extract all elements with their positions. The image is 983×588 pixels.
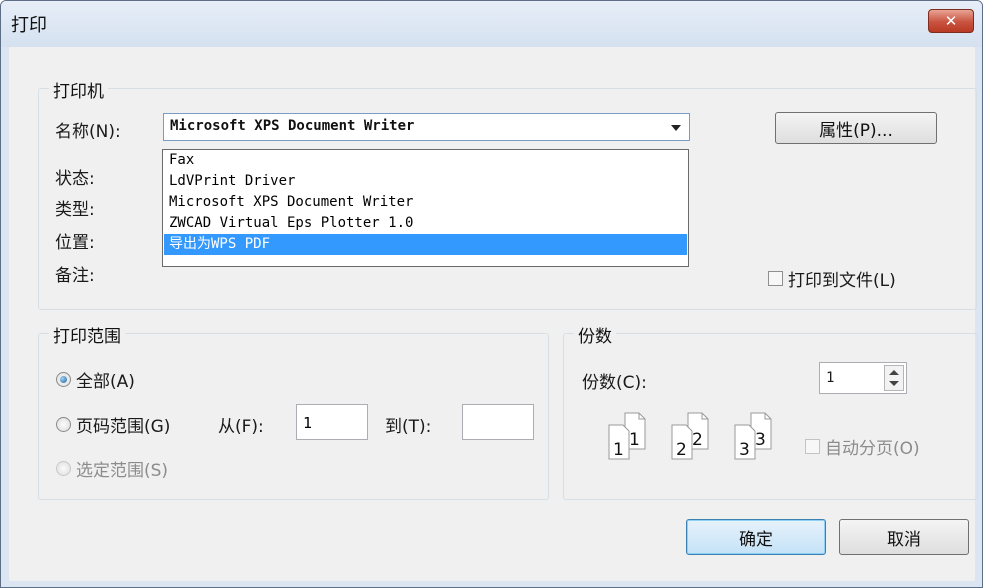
printer-select-value: Microsoft XPS Document Writer bbox=[170, 118, 415, 134]
collate-checkbox[interactable] bbox=[805, 439, 820, 454]
status-label: 状态: bbox=[55, 169, 95, 189]
cancel-button[interactable]: 取消 bbox=[839, 519, 969, 555]
properties-button[interactable]: 属性(P)... bbox=[775, 112, 937, 144]
range-from-label: 从(F): bbox=[218, 417, 264, 437]
copies-spinner[interactable]: 1 bbox=[819, 362, 907, 394]
collate-digit: 1 bbox=[629, 430, 640, 450]
spin-down-icon[interactable] bbox=[889, 381, 899, 386]
collate-label[interactable]: 自动分页(O) bbox=[825, 434, 920, 459]
range-pages-label[interactable]: 页码范围(G) bbox=[76, 412, 170, 437]
spin-up-icon[interactable] bbox=[889, 370, 899, 375]
type-label: 类型: bbox=[55, 200, 95, 220]
comment-label: 备注: bbox=[55, 266, 95, 286]
collate-digit: 1 bbox=[613, 440, 624, 460]
close-button[interactable]: ✕ bbox=[928, 9, 974, 33]
range-selection-radio[interactable] bbox=[56, 461, 71, 476]
printer-name-label: 名称(N): bbox=[55, 122, 121, 142]
range-to-input[interactable] bbox=[462, 404, 534, 440]
copies-count-value: 1 bbox=[826, 370, 835, 386]
collate-pages-icon-1: 1 1 bbox=[608, 412, 646, 460]
dropdown-option-selected[interactable]: 导出为WPS PDF bbox=[164, 234, 687, 255]
dropdown-option[interactable]: LdVPrint Driver bbox=[164, 171, 687, 192]
close-icon: ✕ bbox=[944, 12, 958, 30]
dropdown-option[interactable]: Microsoft XPS Document Writer bbox=[164, 192, 687, 213]
copies-spin-buttons[interactable] bbox=[884, 365, 904, 391]
title-bar: 打印 ✕ bbox=[1, 1, 982, 47]
range-from-input[interactable]: 1 bbox=[296, 404, 368, 440]
collate-digit: 2 bbox=[692, 430, 703, 450]
print-to-file-checkbox[interactable] bbox=[768, 271, 783, 286]
range-pages-radio[interactable] bbox=[56, 417, 71, 432]
range-to-label: 到(T): bbox=[385, 417, 432, 437]
collate-digit: 2 bbox=[676, 440, 687, 460]
printer-group-title: 打印机 bbox=[49, 77, 108, 102]
collate-digit: 3 bbox=[739, 440, 750, 460]
dropdown-option[interactable]: ZWCAD Virtual Eps Plotter 1.0 bbox=[164, 213, 687, 234]
printer-select[interactable]: Microsoft XPS Document Writer bbox=[163, 113, 690, 141]
print-dialog: 打印 ✕ 打印机 名称(N): Microsoft XPS Document W… bbox=[0, 0, 983, 588]
copies-group-title: 份数 bbox=[574, 322, 616, 347]
range-all-label[interactable]: 全部(A) bbox=[76, 367, 135, 392]
collate-pages-icon-3: 3 3 bbox=[734, 412, 772, 460]
ok-button[interactable]: 确定 bbox=[686, 519, 826, 555]
print-range-group-title: 打印范围 bbox=[49, 322, 125, 347]
dialog-body: 打印机 名称(N): Microsoft XPS Document Writer… bbox=[9, 47, 978, 581]
chevron-down-icon[interactable] bbox=[671, 125, 681, 131]
range-all-radio[interactable] bbox=[56, 372, 71, 387]
dialog-title: 打印 bbox=[11, 15, 47, 36]
collate-pages-icon-2: 2 2 bbox=[671, 412, 709, 460]
collate-digit: 3 bbox=[755, 430, 766, 450]
dropdown-option[interactable]: Fax bbox=[164, 150, 687, 171]
copies-count-label: 份数(C): bbox=[582, 373, 647, 393]
location-label: 位置: bbox=[55, 233, 95, 253]
print-to-file-label[interactable]: 打印到文件(L) bbox=[788, 266, 896, 291]
printer-dropdown-list: Fax LdVPrint Driver Microsoft XPS Docume… bbox=[162, 149, 689, 267]
range-selection-label[interactable]: 选定范围(S) bbox=[76, 456, 168, 481]
